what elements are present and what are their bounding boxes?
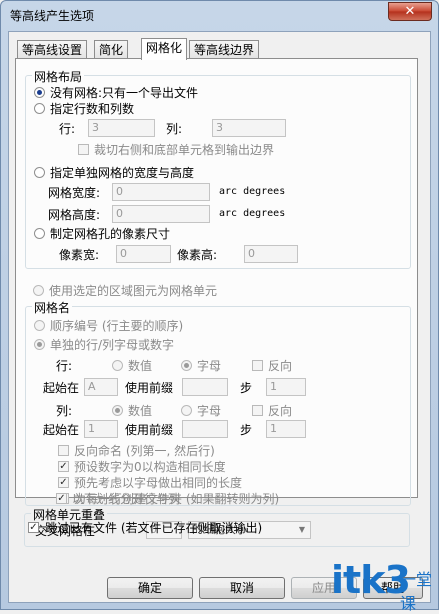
tab-contour-bounds[interactable]: 等高线边界 [189,40,260,59]
pixel-height-label: 像素高: [177,248,218,262]
pad-zero-label: 预设数字为0以构造相同长度 [74,460,226,474]
window-title: 等高线产生选项 [10,9,95,23]
dialog-window: 等高线产生选项 ✕ 等高线设置 简化 网格化 等高线边界 网格布局 没有网格:只… [0,0,439,613]
tab-contour-settings[interactable]: 等高线设置 [17,40,88,59]
radio-area-features-label: 使用选定的区域图元为网格单元 [49,284,218,298]
radio-pixel-size[interactable] [34,228,45,239]
radio-sequential[interactable] [34,320,45,331]
tab-simplify[interactable]: 简化 [94,40,129,59]
crop-checkbox-label: 裁切右侧和底部单元格到输出边界 [94,143,275,157]
col-alpha-radio[interactable] [181,405,192,416]
grid-width-label: 网格宽度: [48,186,101,200]
ok-button[interactable]: 确定 [107,577,193,599]
row-start-input[interactable]: A [84,378,118,396]
col-step-input[interactable]: 1 [266,420,306,438]
row-numeric-radio[interactable] [112,360,123,371]
row-reverse-label: 反向 [268,359,293,373]
close-button[interactable]: ✕ [388,2,432,21]
col-prefix-label: 使用前缀 [125,423,174,437]
rows-input[interactable]: 3 [88,119,155,137]
radio-rows-cols[interactable] [34,103,45,114]
reverse-naming-label: 反向命名 (列第一, 然后行) [74,444,215,458]
watermark-tag: 一堂课 [400,570,433,613]
row-prefix-label: 使用前缀 [125,381,174,395]
radio-row-col-names-label: 单独的行/列字母或数字 [50,338,175,352]
pixel-width-input[interactable]: 0 [116,245,171,263]
radio-area-features[interactable] [33,285,44,296]
crop-checkbox[interactable] [78,144,89,155]
grid-layout-legend: 网格布局 [32,68,85,85]
rows-label: 行: [59,122,76,136]
row-alpha-radio[interactable] [181,360,192,371]
col-numeric-radio[interactable] [112,405,123,416]
skip-existing-label: 跳过已有文件 (若文件已存在则取消输出) [45,521,263,535]
grid-height-unit: arc degrees [219,208,286,219]
cols-label: 列: [166,122,183,136]
cols-input[interactable]: 3 [212,119,286,137]
radio-pixel-size-label: 制定网格孔的像素尺寸 [50,227,171,241]
radio-row-col-names[interactable] [34,339,45,350]
pad-zero-checkbox[interactable]: ✓ [58,461,69,472]
pixel-height-input[interactable]: 0 [244,245,298,263]
dialog-client: 等高线设置 简化 网格化 等高线边界 网格布局 没有网格:只有一个导出文件 指定… [8,31,431,603]
col-reverse-label: 反向 [268,404,293,418]
col-prefix-input[interactable] [182,420,228,438]
row-step-input[interactable]: 1 [266,378,306,396]
col-alpha-label: 字母 [197,404,222,418]
col-numeric-label: 数值 [128,404,153,418]
gridding-panel: 网格布局 没有网格:只有一个导出文件 指定行数和列数 行: 3 列: 3 裁切右… [15,58,418,506]
row-step-label: 步 [240,381,253,395]
pixel-width-label: 像素宽: [59,248,100,262]
underscore-label: 以下划线分开行与列 [72,492,181,506]
watermark-logo: itk3 [331,558,411,602]
row-start-label: 起始在 [43,381,80,395]
radio-no-grid[interactable] [34,87,45,98]
pad-alpha-checkbox[interactable]: ✓ [58,477,69,488]
grid-layout-group: 网格布局 没有网格:只有一个导出文件 指定行数和列数 行: 3 列: 3 裁切右… [25,68,411,269]
pad-alpha-label: 预先考虑以字母做出相同的长度 [74,476,243,490]
radio-no-grid-label: 没有网格:只有一个导出文件 [50,86,199,100]
underscore-checkbox[interactable]: ✓ [56,493,67,504]
col-step-label: 步 [240,423,253,437]
row-prefix-input[interactable] [182,378,228,396]
row-alpha-label: 字母 [197,359,222,373]
skip-existing-checkbox[interactable]: ✓ [28,522,39,533]
cancel-button[interactable]: 取消 [199,577,285,599]
col-reverse-checkbox[interactable] [252,405,263,416]
close-icon: ✕ [404,4,416,19]
grid-width-unit: arc degrees [219,186,286,197]
radio-rows-cols-label: 指定行数和列数 [50,102,135,116]
col-start-input[interactable]: 1 [84,420,118,438]
chevron-down-icon: ▼ [298,525,306,534]
col-label: 列: [56,404,73,418]
row-numeric-label: 数值 [128,359,153,373]
radio-width-height[interactable] [34,167,45,178]
col-start-label: 起始在 [43,423,80,437]
grid-width-input[interactable]: 0 [112,183,210,201]
grid-height-label: 网格高度: [48,208,101,222]
reverse-naming-checkbox[interactable] [58,445,69,456]
grid-name-group: 网格名 顺序编号 (行主要的顺序) 单独的行/列字母或数字 行: 数值 字母 反… [25,299,411,506]
title-bar[interactable]: 等高线产生选项 ✕ [1,1,438,29]
tab-gridding[interactable]: 网格化 [141,38,188,60]
radio-sequential-label: 顺序编号 (行主要的顺序) [50,319,184,333]
row-label: 行: [56,359,73,373]
row-reverse-checkbox[interactable] [252,360,263,371]
radio-width-height-label: 指定单独网格的宽度与高度 [50,166,195,180]
grid-height-input[interactable]: 0 [112,205,210,223]
grid-name-legend: 网格名 [32,299,73,316]
